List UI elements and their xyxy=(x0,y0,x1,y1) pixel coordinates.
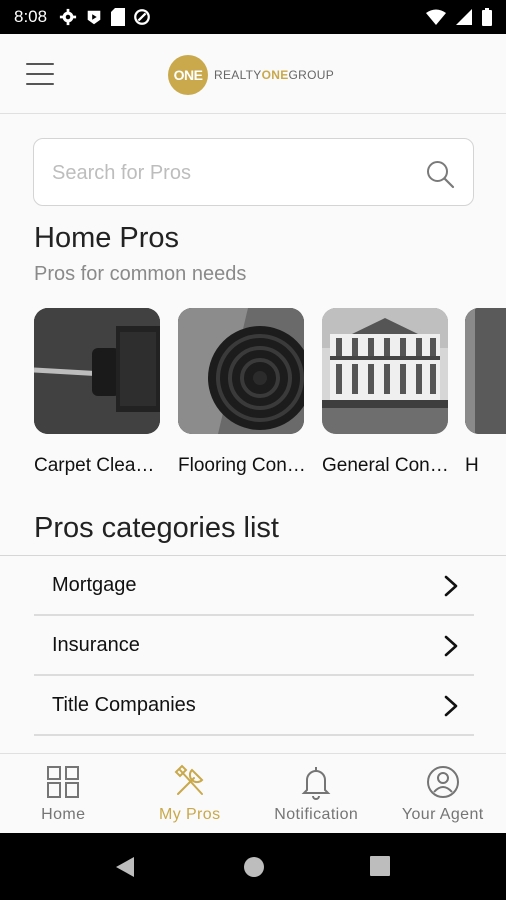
pro-card-general-contractor[interactable]: General Con… xyxy=(322,308,449,477)
system-navigation-bar xyxy=(0,833,506,900)
brand-logo: ONE REALTYONEGROUP xyxy=(168,55,334,95)
category-label: Title Companies xyxy=(52,693,196,716)
recents-icon[interactable] xyxy=(370,856,390,876)
menu-bar xyxy=(26,73,54,75)
agent-icon xyxy=(426,766,459,798)
pro-card-label: General Con… xyxy=(322,455,449,476)
category-item-mortgage[interactable]: Mortgage xyxy=(34,556,474,616)
home-pros-carousel[interactable]: Carpet Clea… Flooring Con… General Con… … xyxy=(34,308,506,488)
categories-list: Mortgage Insurance Title Companies xyxy=(34,556,474,736)
app-header: ONE REALTYONEGROUP xyxy=(0,34,506,114)
wifi-icon xyxy=(426,9,446,25)
pro-card-label: Flooring Con… xyxy=(178,455,306,476)
bottom-navigation: Home My Pros Notification Your Agent xyxy=(0,753,506,833)
category-label: Mortgage xyxy=(52,573,137,596)
carpet-cleaner-image xyxy=(34,308,160,434)
search-icon[interactable] xyxy=(425,159,455,189)
nav-notification[interactable]: Notification xyxy=(253,754,380,833)
home-circle-icon[interactable] xyxy=(243,856,265,878)
back-icon[interactable] xyxy=(114,855,136,879)
pro-card-flooring[interactable]: Flooring Con… xyxy=(178,308,306,477)
tools-icon xyxy=(174,764,204,795)
house-image xyxy=(322,308,448,434)
search-input[interactable] xyxy=(52,157,422,189)
rolled-carpet-image xyxy=(178,308,304,434)
category-label: Insurance xyxy=(52,633,140,656)
partial-card-image xyxy=(465,308,506,434)
bell-icon xyxy=(301,767,331,800)
hamburger-menu-button[interactable] xyxy=(26,63,54,85)
nav-label: Your Agent xyxy=(401,806,484,823)
home-pros-subtitle: Pros for common needs xyxy=(34,263,247,285)
nav-label: Home xyxy=(41,806,86,823)
data-saver-icon xyxy=(134,9,150,25)
search-box xyxy=(33,138,474,206)
home-pros-title: Home Pros xyxy=(34,222,180,254)
nav-home[interactable]: Home xyxy=(0,754,127,833)
chevron-right-icon xyxy=(444,635,458,657)
chevron-right-icon xyxy=(444,575,458,597)
pro-card-partial[interactable]: H xyxy=(465,308,506,477)
categories-title: Pros categories list xyxy=(34,512,279,544)
nav-your-agent[interactable]: Your Agent xyxy=(380,754,506,833)
pro-card-label: Carpet Clea… xyxy=(34,455,155,476)
play-protect-icon xyxy=(87,10,101,25)
menu-bar xyxy=(26,83,54,85)
signal-icon xyxy=(456,9,472,25)
nav-my-pros[interactable]: My Pros xyxy=(127,754,254,833)
category-item-title-companies[interactable]: Title Companies xyxy=(34,676,474,736)
nav-label: Notification xyxy=(274,806,359,823)
battery-icon xyxy=(482,8,492,26)
chevron-right-icon xyxy=(444,695,458,717)
pro-card-label: H xyxy=(465,455,479,476)
status-time: 8:08 xyxy=(14,7,48,26)
logo-wordmark: REALTYONEGROUP xyxy=(214,68,335,82)
menu-bar xyxy=(26,63,54,65)
logo-mark: ONE xyxy=(168,55,208,95)
pro-card-carpet-cleaner[interactable]: Carpet Clea… xyxy=(34,308,161,477)
status-bar: 8:08 xyxy=(0,0,506,34)
sd-card-icon xyxy=(111,8,126,26)
nav-label: My Pros xyxy=(159,806,221,823)
settings-icon xyxy=(59,8,77,26)
home-grid-icon xyxy=(47,766,80,798)
category-item-insurance[interactable]: Insurance xyxy=(34,616,474,676)
